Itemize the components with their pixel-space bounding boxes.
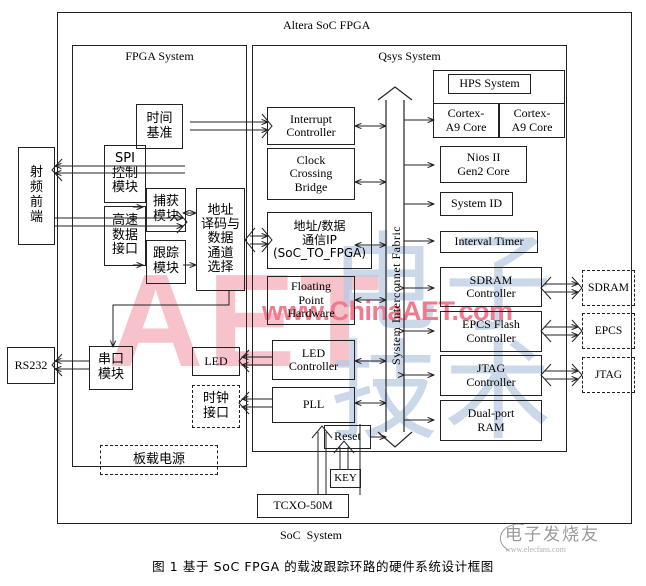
interrupt-controller-block[interactable]: Interrupt Controller — [267, 107, 355, 145]
fpga-system-title: FPGA System — [125, 49, 194, 63]
nios-ii-gen2-core-block[interactable]: Nios II Gen2 Core — [440, 146, 527, 183]
epcs-block[interactable]: EPCS — [582, 313, 635, 349]
jtag-block[interactable]: JTAG — [582, 357, 635, 393]
sdram-block[interactable]: SDRAM — [582, 270, 635, 306]
blocks-layer: SoC System Altera SoC FPGA FPGA System Q… — [0, 0, 646, 586]
rf-front-end-block[interactable]: 射 频 前 端 — [18, 147, 55, 245]
floating-point-hardware-block[interactable]: Floating Point Hardware — [267, 276, 355, 325]
soc-system-label: SoC System — [280, 528, 343, 542]
reset-block[interactable]: Reset — [324, 425, 371, 449]
led-block[interactable]: LED — [192, 347, 240, 376]
board-power-block: 板载电源 — [100, 445, 218, 475]
spi-control-module-block[interactable]: SPI 控制 模块 — [104, 145, 146, 203]
figure-caption: 图 1 基于 SoC FPGA 的载波跟踪环路的硬件系统设计框图 — [152, 559, 494, 574]
acquisition-module-block[interactable]: 捕获 模块 — [146, 188, 186, 232]
clock-crossing-bridge-block[interactable]: Clock Crossing Bridge — [267, 148, 355, 200]
rs232-block[interactable]: RS232 — [7, 347, 55, 384]
cortex-a9-core-1-block[interactable]: Cortex- A9 Core — [499, 103, 565, 138]
hps-system-block[interactable]: HPS System — [448, 74, 531, 94]
system-interconnect-fabric-label: System Interconnet Fabric — [389, 225, 403, 365]
tracking-module-block[interactable]: 跟踪 模块 — [146, 240, 186, 284]
jtag-controller-block[interactable]: JTAG Controller — [440, 355, 542, 396]
clock-interface-block[interactable]: 时钟 接口 — [192, 385, 240, 428]
address-decode-channel-select-block[interactable]: 地址 译码与 数据 通道 选择 — [196, 188, 245, 291]
system-id-block[interactable]: System ID — [440, 192, 513, 216]
address-data-comm-ip-block[interactable]: 地址/数据 通信IP (SoC_TO_FPGA) — [267, 212, 372, 269]
epcs-flash-controller-block[interactable]: EPCS Flash Controller — [440, 311, 542, 352]
dual-port-ram-block[interactable]: Dual-port RAM — [440, 400, 542, 441]
interval-timer-block[interactable]: Interval Timer — [440, 231, 538, 253]
qsys-system-title: Qsys System — [378, 49, 441, 63]
high-speed-data-interface-block[interactable]: 高速 数据 接口 — [104, 206, 146, 266]
pll-block[interactable]: PLL — [272, 387, 355, 423]
serial-port-module-block[interactable]: 串口 模块 — [89, 346, 133, 390]
time-reference-block[interactable]: 时间 基准 — [136, 104, 183, 149]
altera-soc-fpga-label: Altera SoC FPGA — [283, 18, 371, 32]
figure-canvas: AET 电子技术 www.ChinaAET.com 电子发烧友 www.elec… — [0, 0, 646, 586]
tcxo-block[interactable]: TCXO-50M — [257, 494, 349, 518]
key-block[interactable]: KEY — [330, 469, 361, 488]
cortex-a9-core-0-block[interactable]: Cortex- A9 Core — [433, 103, 499, 138]
led-controller-block[interactable]: LED Controller — [272, 340, 355, 380]
sdram-controller-block[interactable]: SDRAM Controller — [440, 267, 542, 307]
